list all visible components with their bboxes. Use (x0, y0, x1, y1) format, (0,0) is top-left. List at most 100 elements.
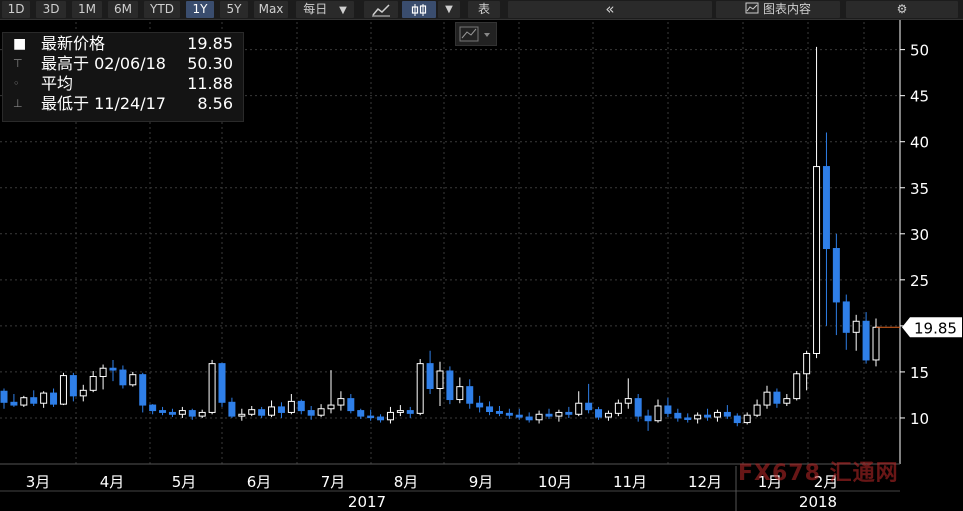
interval-label: 每日 (303, 2, 328, 16)
square-icon: ■ (13, 36, 27, 52)
candle-body (178, 410, 186, 415)
candle-body (406, 410, 414, 414)
candle-body (763, 391, 771, 406)
candle-body (277, 406, 285, 413)
x-tick-label: 4月 (100, 473, 125, 491)
candle-body (872, 326, 880, 361)
candle-body (664, 405, 672, 414)
candle-body (684, 417, 692, 420)
chart-content-icon (745, 2, 759, 14)
candle-body (357, 410, 365, 417)
candle-body (525, 416, 533, 421)
chart-content-button[interactable]: 图表内容 (716, 1, 840, 18)
period-button-3d[interactable]: 3D (36, 1, 66, 18)
candle-body (753, 404, 761, 416)
y-tick-label: 25 (910, 272, 929, 290)
x-tick-label: 6月 (247, 473, 272, 491)
candle-body (30, 397, 38, 404)
period-button-ytd[interactable]: YTD (144, 1, 180, 18)
candle-body (10, 401, 18, 406)
candle-body (723, 411, 731, 417)
chevron-down-icon: ▼ (339, 5, 347, 16)
candle-body (713, 411, 721, 418)
candle-body (832, 248, 840, 303)
candle-body (704, 414, 712, 418)
candle-body (624, 398, 632, 404)
candle-body (515, 414, 523, 418)
candle-body (0, 390, 8, 403)
x-tick-label: 9月 (469, 473, 494, 491)
chart-type-dropdown[interactable]: ▼ (438, 1, 460, 18)
candle-body (466, 386, 474, 404)
candle-body (139, 374, 147, 406)
candle-body (694, 414, 702, 420)
candle-body (188, 410, 196, 417)
candle-body (327, 404, 335, 410)
candle-body (634, 398, 642, 417)
settings-button[interactable]: ⚙ (846, 1, 958, 18)
candle-body (149, 404, 157, 412)
candlestick-button[interactable] (402, 1, 436, 18)
candle-body (505, 412, 513, 416)
x-tick-label: 11月 (613, 473, 647, 491)
candle-body (248, 409, 256, 415)
candle-body (614, 402, 622, 414)
candle-body (59, 375, 67, 405)
line-chart-icon (372, 4, 390, 17)
candle-body (218, 363, 226, 403)
candle-body (733, 415, 741, 424)
candle-body (813, 166, 821, 354)
candle-body (307, 410, 315, 416)
candle-body (416, 363, 424, 414)
legend-avg-value: 11.88 (187, 74, 233, 93)
candle-body (862, 320, 870, 361)
candle-body (208, 363, 216, 413)
collapse-button[interactable]: « (508, 1, 712, 18)
candle-body (486, 406, 494, 413)
candle-body (743, 414, 751, 424)
period-button-6m[interactable]: 6M (108, 1, 138, 18)
table-button[interactable]: 表 (468, 1, 500, 18)
legend-high-label: 最高于 02/06/18 (41, 54, 166, 73)
y-tick-label: 10 (910, 410, 929, 428)
candle-body (535, 413, 543, 421)
candle-body (198, 411, 206, 417)
candle-body (585, 402, 593, 411)
legend-row-last: ■ 最新价格 19.85 (3, 34, 241, 54)
candle-body (297, 400, 305, 412)
x-tick-label: 10月 (538, 473, 572, 491)
candle-body (446, 370, 454, 401)
candle-body (50, 392, 58, 405)
candle-body (476, 402, 484, 408)
candle-body (803, 353, 811, 375)
chart-toolbar: 1D 3D 1M 6M YTD 1Y 5Y Max 每日 ▼ ▼ 表 « 图表内… (0, 0, 963, 20)
candle-body (377, 416, 385, 421)
candle-body (456, 386, 464, 401)
line-chart-button[interactable] (364, 1, 398, 18)
candle-body (347, 398, 355, 412)
candle-body (852, 320, 860, 333)
gear-icon: ⚙ (896, 2, 908, 16)
legend-row-high: ⊤ 最高于 02/06/18 50.30 (3, 54, 241, 74)
interval-select[interactable]: 每日 ▼ (296, 1, 354, 18)
x-tick-label: 12月 (688, 473, 722, 491)
candle-body (367, 415, 375, 419)
candle-body (595, 409, 603, 418)
watermark-logo: FX678 汇通网 (738, 461, 899, 486)
period-button-5y[interactable]: 5Y (220, 1, 248, 18)
period-button-max[interactable]: Max (254, 1, 288, 18)
candle-body (337, 398, 345, 406)
y-tick-label: 40 (910, 134, 929, 152)
period-button-1d[interactable]: 1D (2, 1, 30, 18)
candle-body (159, 410, 167, 413)
candle-body (258, 409, 266, 416)
legend-avg-label: 平均 (41, 74, 74, 93)
x-tick-label: 7月 (321, 473, 346, 491)
period-button-1m[interactable]: 1M (72, 1, 102, 18)
candle-body (40, 392, 48, 404)
period-button-1y[interactable]: 1Y (186, 1, 214, 18)
candle-body (495, 411, 503, 414)
candle-body (238, 413, 246, 417)
year-label: 2017 (348, 493, 386, 511)
candle-body (119, 369, 127, 386)
